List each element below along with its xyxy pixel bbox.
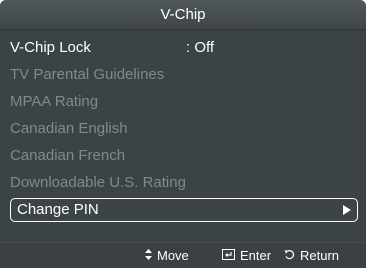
menu-list: V-Chip Lock : Off TV Parental Guidelines…: [0, 30, 366, 242]
vchip-lock-label: V-Chip Lock: [10, 39, 91, 56]
change-pin-label: Change PIN: [17, 201, 99, 218]
hint-move: Move: [145, 243, 189, 268]
up-down-arrows-icon: [145, 243, 152, 268]
menu-item-canadian-french[interactable]: Canadian French: [10, 143, 358, 169]
hint-enter: Enter: [222, 243, 271, 268]
canadian-french-label: Canadian French: [10, 147, 126, 164]
hint-return-label: Return: [300, 248, 340, 263]
enter-icon: [222, 243, 235, 268]
downloadable-us-rating-label: Downloadable U.S. Rating: [10, 174, 186, 191]
tv-parental-guidelines-label: TV Parental Guidelines: [10, 66, 165, 83]
menu-item-downloadable-us-rating[interactable]: Downloadable U.S. Rating: [10, 170, 358, 196]
hint-return: Return: [284, 243, 339, 268]
menu-item-canadian-english[interactable]: Canadian English: [10, 116, 358, 142]
hint-enter-label: Enter: [240, 248, 272, 263]
footer-hints: Move Enter Return: [0, 243, 366, 268]
menu-item-vchip-lock[interactable]: V-Chip Lock : Off: [10, 35, 358, 61]
vchip-lock-value: : Off: [186, 39, 215, 56]
hint-move-label: Move: [157, 248, 189, 263]
menu-title: V-Chip: [0, 0, 366, 30]
return-icon: [284, 243, 295, 268]
menu-item-mpaa-rating[interactable]: MPAA Rating: [10, 89, 358, 115]
menu-item-tv-parental-guidelines[interactable]: TV Parental Guidelines: [10, 62, 358, 88]
mpaa-rating-label: MPAA Rating: [10, 93, 99, 110]
canadian-english-label: Canadian English: [10, 120, 128, 137]
vchip-menu-panel: V-Chip V-Chip Lock : Off TV Parental Gui…: [0, 0, 366, 268]
chevron-right-icon: [343, 205, 351, 215]
menu-item-change-pin[interactable]: Change PIN: [10, 198, 358, 222]
